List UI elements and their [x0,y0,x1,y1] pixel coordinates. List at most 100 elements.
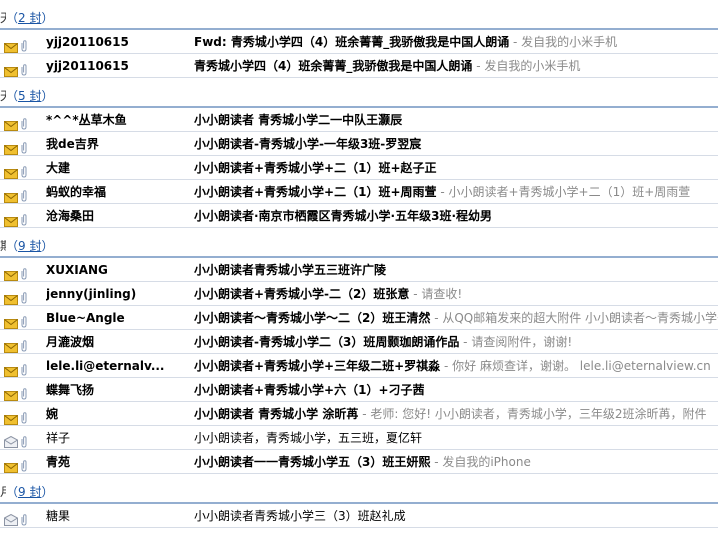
sender-name: 沧海桑田 [46,209,95,223]
group-count-link[interactable]: 9 封 [18,485,41,499]
envelope-open-icon [4,510,18,526]
mail-row[interactable]: 糖果 小小朗读者青秀城小学三（3）班赵礼成 [0,504,718,528]
sender-name: jenny(jinling) [46,287,137,301]
mail-subject: 小小朗读者一一青秀城小学五（3）班王妍熙 [194,455,431,469]
mail-subject: Fwd: 青秀城小学四（4）班余菁菁_我骄傲我是中国人朗诵 [194,35,510,49]
subject-area: 小小朗读者青秀城小学五三班许广陵 [194,258,718,281]
paperclip-icon [20,210,28,226]
envelope-closed-icon [4,289,18,305]
paren-close: ） [41,11,54,25]
mail-subject: 小小朗读者·南京市栖霞区青秀城小学·五年级3班·程幼男 [194,209,493,223]
envelope-closed-icon [4,409,18,425]
mail-row[interactable]: lele.li@eternalv... 小小朗读者+青秀城小学+三年级二班+罗祺淼… [0,354,718,378]
paren-open: （ [6,485,19,499]
mail-row[interactable]: 大建 小小朗读者+青秀城小学+二（1）班+赵子正 [0,156,718,180]
mail-row[interactable]: 蚂蚁的幸福 小小朗读者+青秀城小学+二（1）班+周雨萱 - 小小朗读者+青秀城小学… [0,180,718,204]
mail-row[interactable]: yjj20110615 青秀城小学四（4）班余菁菁_我骄傲我是中国人朗诵 - 发自… [0,54,718,78]
group-header: 天（2 封） [0,0,718,30]
paren-open: （ [6,11,19,25]
mail-subject: 青秀城小学四（4）班余菁菁_我骄傲我是中国人朗诵 [194,59,473,73]
envelope-closed-icon [4,115,18,131]
group-count-link[interactable]: 5 封 [18,89,41,103]
mail-row[interactable]: 祥子 小小朗读者，青秀城小学，五三班，夏亿轩 [0,426,718,450]
sender-name: 婉 [46,407,59,421]
mail-subject: 小小朗读者+青秀城小学+二（1）班+赵子正 [194,161,437,175]
envelope-closed-icon [4,163,18,179]
mail-row[interactable]: 沧海桑田 小小朗读者·南京市栖霞区青秀城小学·五年级3班·程幼男 [0,204,718,228]
envelope-closed-icon [4,361,18,377]
paperclip-icon [20,408,28,424]
mail-row[interactable]: 月漉波烟 小小朗读者-青秀城小学二（3）班周颢珈朗诵作品 - 请查阅附件，谢谢! [0,330,718,354]
mail-preview: - 发自我的小米手机 [513,35,618,49]
mail-row[interactable]: 青苑 小小朗读者一一青秀城小学五（3）班王妍熙 - 发自我的iPhone [0,450,718,474]
mail-row[interactable]: Blue~Angle 小小朗读者～青秀城小学～二（2）班王清然 - 从QQ邮箱发来… [0,306,718,330]
subject-area: 小小朗读者青秀城小学三（3）班赵礼成 [194,504,718,527]
subject-area: 小小朗读者+青秀城小学+三年级二班+罗祺淼 - 你好 麻烦查详，谢谢。 lele… [194,354,718,377]
paperclip-icon [20,336,28,352]
mail-subject: 小小朗读者青秀城小学三（3）班赵礼成 [194,509,406,523]
sender-name: *^^*丛草木鱼 [46,113,127,127]
envelope-closed-icon [4,61,18,77]
mail-subject: 小小朗读者-青秀城小学-一年级3班-罗翌宸 [194,137,422,151]
subject-area: Fwd: 青秀城小学四（4）班余菁菁_我骄傲我是中国人朗诵 - 发自我的小米手机 [194,30,718,53]
paperclip-icon [20,186,28,202]
paperclip-icon [20,264,28,280]
mail-preview: - 老师: 您好! 小小朗读者，青秀城小学，三年级2班涂昕苒，附件 [362,407,707,421]
mail-subject: 小小朗读者青秀城小学五三班许广陵 [194,263,387,277]
mail-preview: - 小小朗读者+青秀城小学+二（1）班+周雨萱 [440,185,691,199]
subject-area: 小小朗读者 青秀城小学二一中队王灏辰 [194,108,718,131]
sender-name: 祥子 [46,431,71,445]
envelope-closed-icon [4,385,18,401]
paperclip-icon [20,510,28,526]
envelope-open-icon [4,432,18,448]
mail-row[interactable]: yjj20110615 Fwd: 青秀城小学四（4）班余菁菁_我骄傲我是中国人朗诵… [0,30,718,54]
mail-row[interactable]: XUXIANG 小小朗读者青秀城小学五三班许广陵 [0,258,718,282]
envelope-closed-icon [4,337,18,353]
mail-list: 天（2 封） yjj20110615 Fwd: 青秀城小学四（4）班余菁菁_我骄傲我… [0,0,718,538]
group-header: 期（9 封） [0,228,718,258]
sender-name: yjj20110615 [46,35,129,49]
sender-name: 糖果 [46,509,71,523]
mail-subject: 小小朗读者 青秀城小学二一中队王灏辰 [194,113,403,127]
subject-area: 小小朗读者-青秀城小学二（3）班周颢珈朗诵作品 - 请查阅附件，谢谢! [194,330,718,353]
sender-name: lele.li@eternalv... [46,359,165,373]
mail-preview: - 你好 麻烦查详，谢谢。 lele.li@eternalview.cn [444,359,711,373]
envelope-closed-icon [4,139,18,155]
envelope-closed-icon [4,457,18,473]
paren-close: ） [41,239,54,253]
subject-area: 小小朗读者+青秀城小学+二（1）班+周雨萱 - 小小朗读者+青秀城小学+二（1）… [194,180,718,203]
mail-preview: - 从QQ邮箱发来的超大附件 小小朗读者～青秀城小学～二（2）班王清然 [434,311,718,325]
mail-preview: - 请查收! [413,287,463,301]
sender-name: 我de吉界 [46,137,99,151]
subject-area: 青秀城小学四（4）班余菁菁_我骄傲我是中国人朗诵 - 发自我的小米手机 [194,54,718,77]
paperclip-icon [20,288,28,304]
sender-name: Blue~Angle [46,311,125,325]
paperclip-icon [20,360,28,376]
group-header: 天（5 封） [0,78,718,108]
mail-row[interactable]: jenny(jinling) 小小朗读者+青秀城小学-二（2）班张意 - 请查收! [0,282,718,306]
paperclip-icon [20,114,28,130]
mail-subject: 小小朗读者-青秀城小学二（3）班周颢珈朗诵作品 [194,335,460,349]
envelope-closed-icon [4,313,18,329]
subject-area: 小小朗读者+青秀城小学+六（1）+刁子茜 [194,378,718,401]
subject-area: 小小朗读者·南京市栖霞区青秀城小学·五年级3班·程幼男 [194,204,718,227]
mail-row[interactable]: 我de吉界 小小朗读者-青秀城小学-一年级3班-罗翌宸 [0,132,718,156]
group-count-link[interactable]: 2 封 [18,11,41,25]
paperclip-icon [20,456,28,472]
group-count-link[interactable]: 9 封 [18,239,41,253]
paperclip-icon [20,60,28,76]
paperclip-icon [20,138,28,154]
mail-row[interactable]: 蝶舞飞扬 小小朗读者+青秀城小学+六（1）+刁子茜 [0,378,718,402]
mail-subject: 小小朗读者～青秀城小学～二（2）班王清然 [194,311,431,325]
envelope-closed-icon [4,37,18,53]
envelope-closed-icon [4,187,18,203]
mail-subject: 小小朗读者+青秀城小学+三年级二班+罗祺淼 [194,359,441,373]
sender-name: 月漉波烟 [46,335,95,349]
subject-area: 小小朗读者+青秀城小学+二（1）班+赵子正 [194,156,718,179]
envelope-closed-icon [4,211,18,227]
paperclip-icon [20,36,28,52]
subject-area: 小小朗读者，青秀城小学，五三班，夏亿轩 [194,426,718,449]
mail-row[interactable]: 婉 小小朗读者 青秀城小学 涂昕苒 - 老师: 您好! 小小朗读者，青秀城小学，三… [0,402,718,426]
mail-subject: 小小朗读者+青秀城小学+六（1）+刁子茜 [194,383,425,397]
mail-row[interactable]: *^^*丛草木鱼 小小朗读者 青秀城小学二一中队王灏辰 [0,108,718,132]
